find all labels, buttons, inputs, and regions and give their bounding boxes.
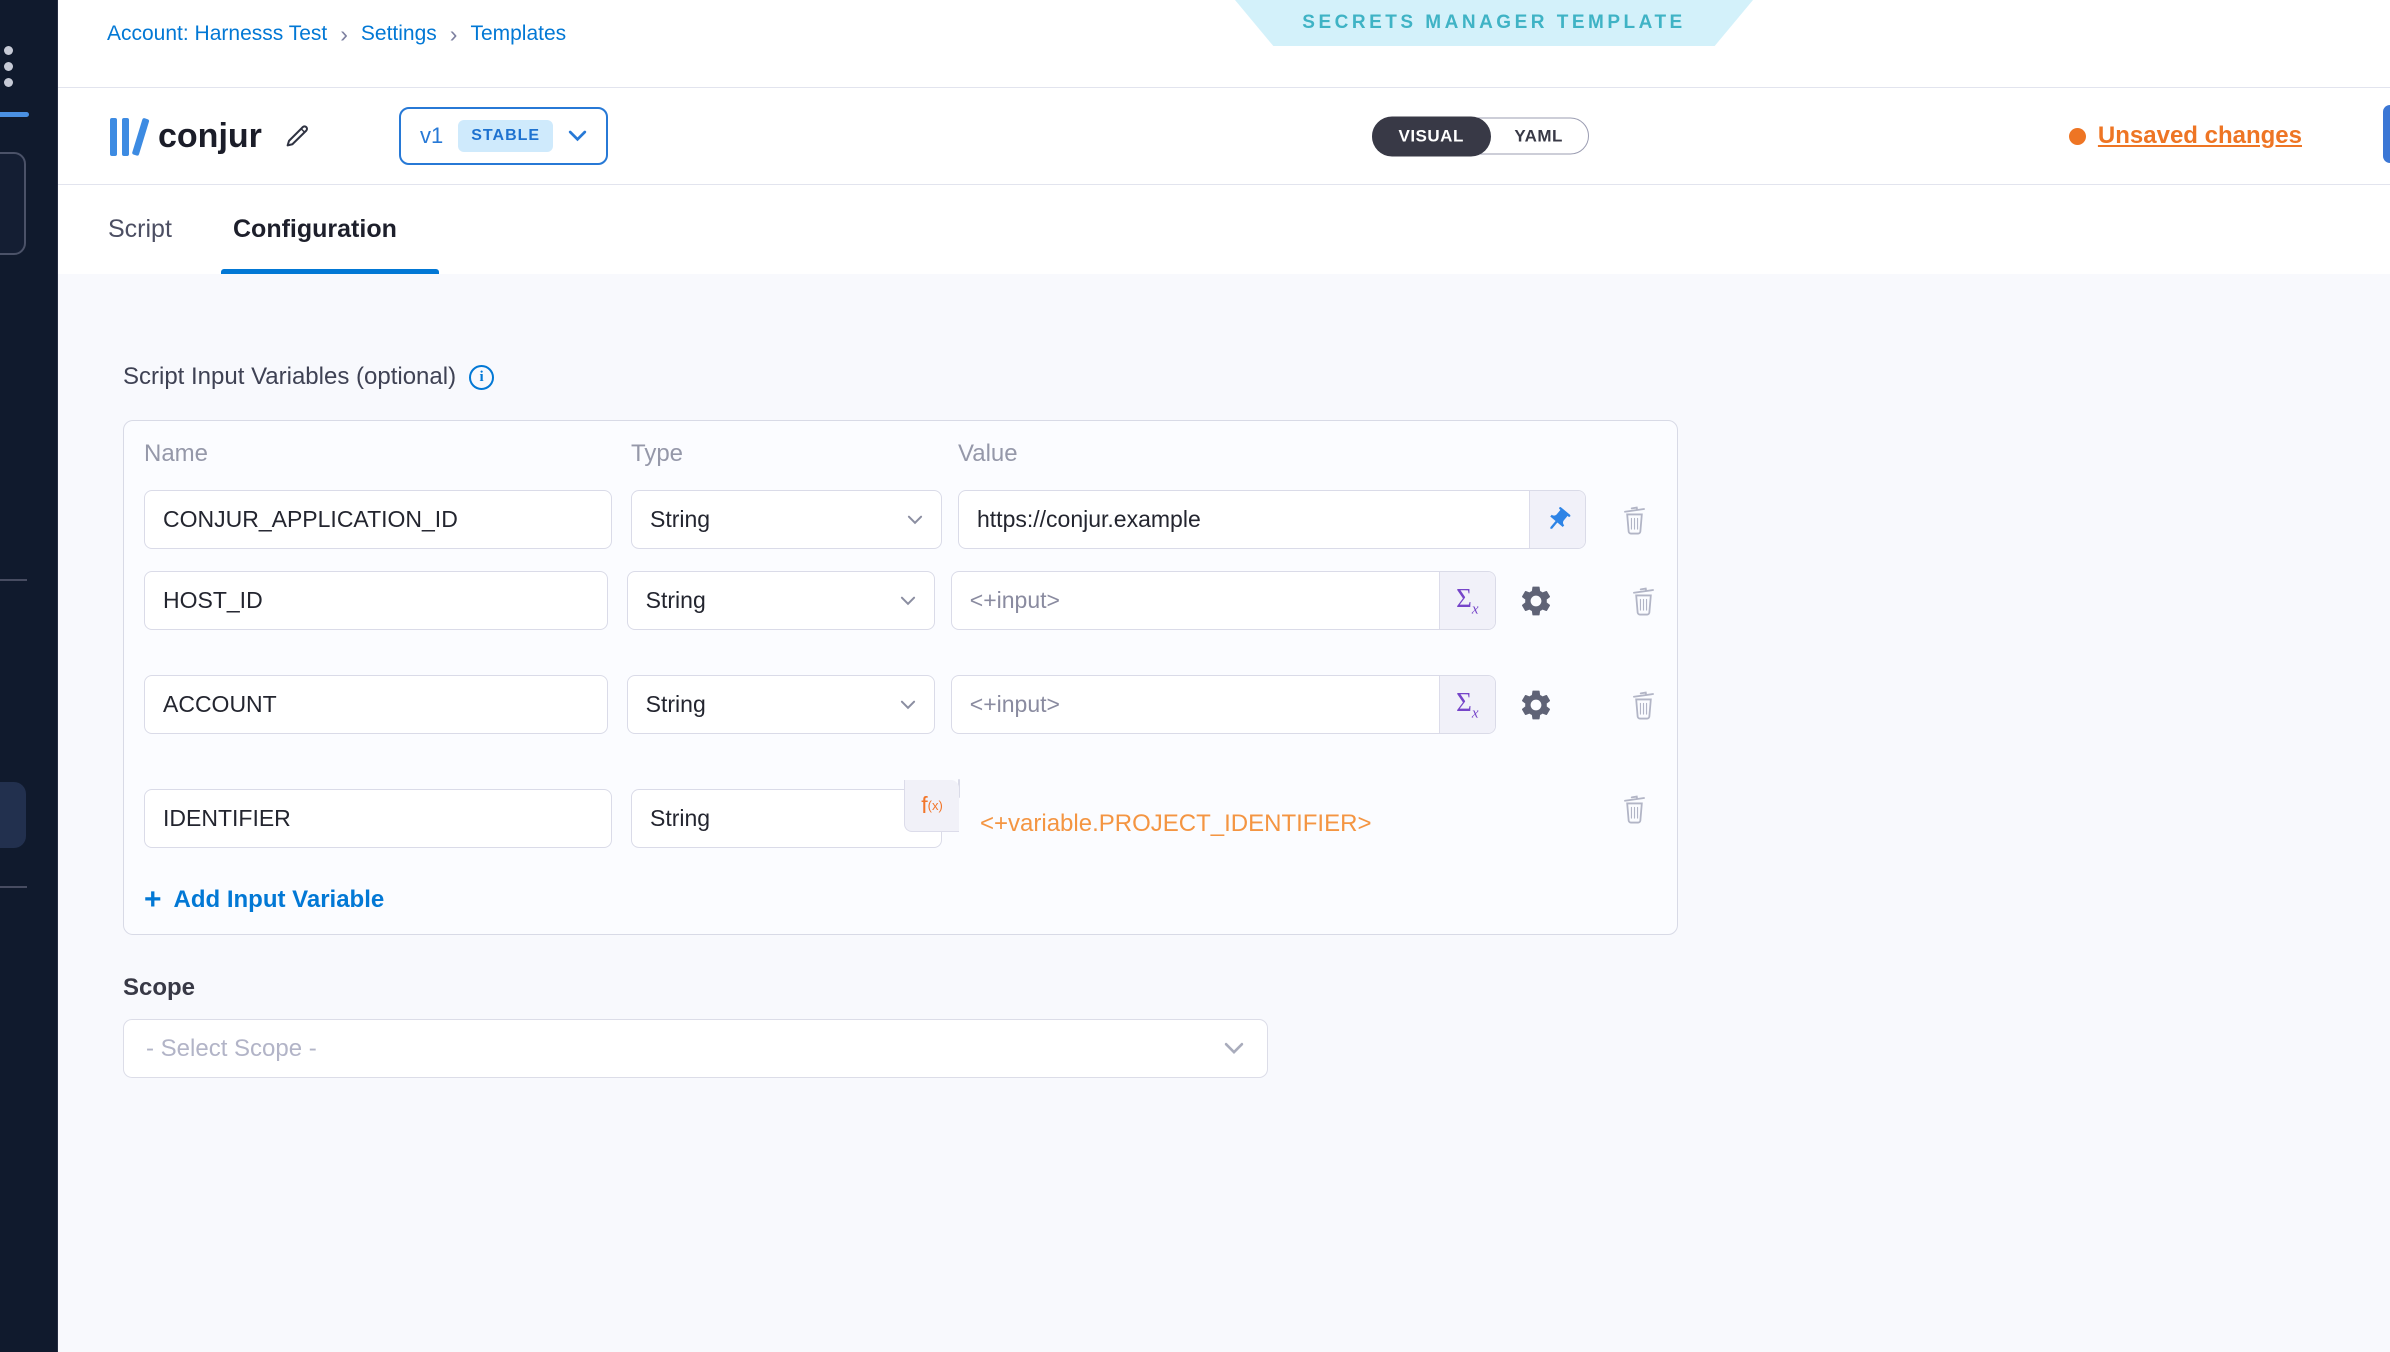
sidebar-nav-card[interactable] bbox=[0, 152, 26, 255]
edit-pencil-icon[interactable] bbox=[282, 121, 312, 151]
tab-bar: Script Configuration bbox=[58, 185, 2390, 274]
trash-icon[interactable] bbox=[1630, 688, 1657, 721]
version-selector[interactable]: v1 STABLE bbox=[399, 107, 608, 165]
runtime-input-icon[interactable]: Σx bbox=[1439, 572, 1495, 629]
trash-icon[interactable] bbox=[1630, 584, 1657, 617]
visual-yaml-toggle: VISUAL YAML bbox=[1372, 118, 1589, 155]
chevron-down-icon bbox=[568, 130, 587, 142]
table-header-row: Name Type Value bbox=[144, 439, 1657, 469]
runtime-input-icon[interactable]: Σx bbox=[1439, 676, 1495, 733]
toggle-visual[interactable]: VISUAL bbox=[1372, 116, 1491, 156]
add-input-variable-button[interactable]: + Add Input Variable bbox=[144, 886, 1657, 914]
breadcrumb: Account: Harnesss Test › Settings › Temp… bbox=[107, 22, 566, 46]
breadcrumb-settings[interactable]: Settings bbox=[361, 22, 437, 46]
table-row: String Σx bbox=[144, 571, 1657, 630]
table-row: String bbox=[144, 490, 1657, 549]
breadcrumb-account[interactable]: Account: Harnesss Test bbox=[107, 22, 327, 46]
page-title: conjur bbox=[158, 117, 262, 156]
trash-icon[interactable] bbox=[1621, 792, 1648, 825]
gear-icon[interactable] bbox=[1518, 687, 1554, 723]
main-area: Account: Harnesss Test › Settings › Temp… bbox=[58, 0, 2390, 1352]
column-header-name: Name bbox=[144, 439, 612, 469]
template-header: conjur v1 STABLE VISUAL YAML Unsaved cha… bbox=[58, 88, 2390, 185]
configuration-panel: Script Input Variables (optional) i Name… bbox=[58, 274, 2390, 1352]
variable-value-field bbox=[958, 490, 1586, 549]
version-label: v1 bbox=[420, 123, 443, 149]
scope-placeholder: - Select Scope - bbox=[146, 1035, 317, 1063]
variable-value-input[interactable] bbox=[959, 491, 1529, 548]
gear-icon[interactable] bbox=[1518, 583, 1554, 619]
variable-type-select[interactable]: String bbox=[631, 789, 942, 848]
fx-expression-icon[interactable]: f(x) bbox=[904, 780, 959, 832]
unsaved-dot-icon bbox=[2069, 128, 2086, 145]
expression-value: <+variable.PROJECT_IDENTIFIER> bbox=[980, 810, 1371, 838]
chevron-right-icon: › bbox=[450, 24, 458, 45]
stable-badge: STABLE bbox=[458, 120, 553, 152]
tab-script[interactable]: Script bbox=[108, 185, 172, 274]
variable-value-expression-field[interactable]: <+variable.PROJECT_IDENTIFIER> f(x) bbox=[958, 779, 960, 798]
unsaved-label: Unsaved changes bbox=[2098, 122, 2302, 150]
sidebar-divider bbox=[0, 886, 27, 888]
template-type-label: SECRETS MANAGER TEMPLATE bbox=[1302, 12, 1685, 34]
chevron-down-icon bbox=[900, 700, 916, 710]
toggle-yaml[interactable]: YAML bbox=[1489, 118, 1588, 155]
chevron-down-icon bbox=[900, 596, 916, 606]
scope-select[interactable]: - Select Scope - bbox=[123, 1019, 1268, 1078]
pin-icon[interactable] bbox=[1529, 491, 1585, 548]
variable-name-input[interactable] bbox=[144, 675, 608, 734]
tab-configuration[interactable]: Configuration bbox=[233, 185, 397, 274]
trash-icon[interactable] bbox=[1621, 503, 1648, 536]
unsaved-changes-link[interactable]: Unsaved changes bbox=[2069, 122, 2302, 150]
variable-type-select[interactable]: String bbox=[631, 490, 942, 549]
breadcrumb-row: Account: Harnesss Test › Settings › Temp… bbox=[58, 0, 2390, 88]
column-header-value: Value bbox=[958, 439, 1586, 469]
variable-type-select[interactable]: String bbox=[627, 571, 935, 630]
template-logo-icon bbox=[110, 116, 141, 156]
kebab-menu-icon[interactable] bbox=[4, 46, 13, 87]
breadcrumb-templates[interactable]: Templates bbox=[470, 22, 566, 46]
variable-value-input[interactable] bbox=[952, 676, 1439, 733]
sidebar-active-indicator bbox=[0, 112, 29, 117]
column-header-type: Type bbox=[631, 439, 942, 469]
app-sidebar bbox=[0, 0, 58, 1352]
sidebar-active-item[interactable] bbox=[0, 782, 26, 848]
plus-icon: + bbox=[144, 886, 162, 914]
chevron-down-icon bbox=[907, 515, 923, 525]
sidebar-divider bbox=[0, 579, 27, 581]
chevron-right-icon: › bbox=[340, 24, 348, 45]
variable-value-field: Σx bbox=[951, 675, 1496, 734]
scope-label: Scope bbox=[123, 974, 2390, 1002]
variable-name-input[interactable] bbox=[144, 789, 612, 848]
template-type-ribbon: SECRETS MANAGER TEMPLATE bbox=[1235, 0, 1753, 46]
table-row: String Σx bbox=[144, 675, 1657, 734]
variables-table: Name Type Value String bbox=[123, 420, 1678, 935]
table-row: String <+variable.PROJECT_IDENTIFIER> f(… bbox=[144, 780, 1657, 848]
info-icon[interactable]: i bbox=[469, 365, 494, 390]
variable-value-field: Σx bbox=[951, 571, 1496, 630]
chevron-down-icon bbox=[1223, 1042, 1245, 1055]
offscreen-save-button[interactable] bbox=[2383, 105, 2390, 163]
variable-name-input[interactable] bbox=[144, 571, 608, 630]
variable-value-input[interactable] bbox=[952, 572, 1439, 629]
section-title: Script Input Variables (optional) bbox=[123, 363, 456, 391]
variable-type-select[interactable]: String bbox=[627, 675, 935, 734]
variable-name-input[interactable] bbox=[144, 490, 612, 549]
